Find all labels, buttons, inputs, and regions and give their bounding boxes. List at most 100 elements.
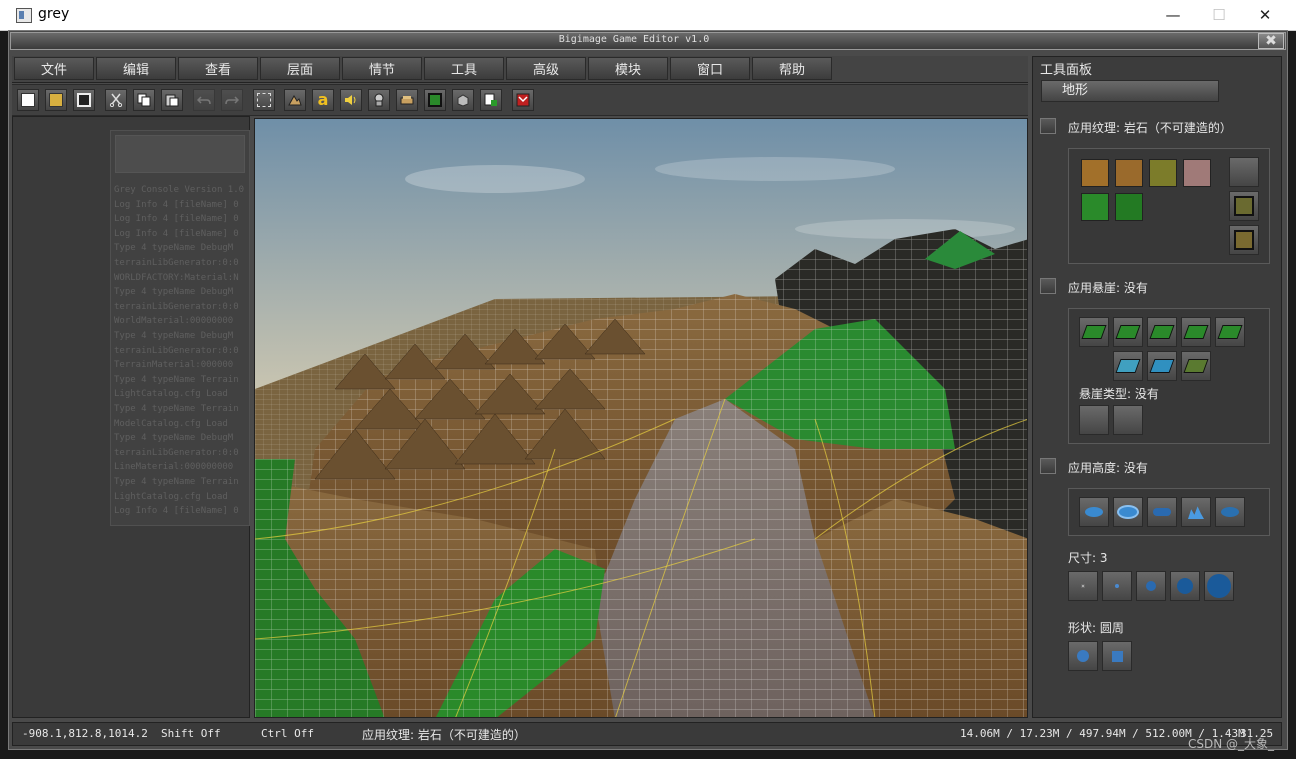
menu-tools[interactable]: 工具 xyxy=(424,57,504,80)
cliff-level-button[interactable] xyxy=(1147,317,1177,347)
cliff-lower2-icon xyxy=(1115,325,1141,339)
redo-icon xyxy=(225,96,239,105)
brush-shape-circle-button[interactable] xyxy=(1068,641,1098,671)
console-line: Log Info 4 [fileName] 0 xyxy=(114,506,239,517)
menu-layer[interactable]: 层面 xyxy=(260,57,340,80)
height-smooth-button[interactable] xyxy=(1215,497,1245,527)
cliff-shallow-water-button[interactable] xyxy=(1113,351,1143,381)
doodad-icon xyxy=(400,96,414,105)
menu-help[interactable]: 帮助 xyxy=(752,57,832,80)
texture-brush-button[interactable] xyxy=(1229,191,1259,221)
brush-size-1-button[interactable] xyxy=(1068,571,1098,601)
cliff-raise-button[interactable] xyxy=(1181,317,1211,347)
save-icon xyxy=(77,93,91,107)
cliff-raise2-button[interactable] xyxy=(1215,317,1245,347)
status-texture: 应用纹理: 岩石（不可建造的） xyxy=(362,728,526,742)
open-folder-button[interactable] xyxy=(45,89,67,111)
cliff-type-label: 悬崖类型: 没有 xyxy=(1079,387,1159,401)
cliff-lower-button[interactable] xyxy=(1079,317,1109,347)
test-map-button[interactable] xyxy=(512,89,534,111)
cliff-type-2-button[interactable] xyxy=(1113,405,1143,435)
texture-grass-swatch[interactable] xyxy=(1081,193,1109,221)
doodad-button[interactable] xyxy=(396,89,418,111)
maximize-button[interactable]: ☐ xyxy=(1196,0,1242,30)
console-line: Type 4 typeName DebugM xyxy=(114,331,234,341)
text-button[interactable]: a xyxy=(312,89,334,111)
sound-button[interactable] xyxy=(340,89,362,111)
console-line: terrainLibGenerator:0:0 xyxy=(114,301,239,312)
apply-height-checkbox[interactable] xyxy=(1040,458,1056,474)
console-line: Type 4 typeName Terrain xyxy=(114,404,239,414)
apply-cliff-checkbox[interactable] xyxy=(1040,278,1056,294)
menu-scenario[interactable]: 情节 xyxy=(342,57,422,80)
texture-variation-icon xyxy=(1234,230,1254,250)
copy-button[interactable] xyxy=(133,89,155,111)
height-smooth-icon xyxy=(1221,507,1239,517)
cliff-type-1-button[interactable] xyxy=(1079,405,1109,435)
menu-module[interactable]: 模块 xyxy=(588,57,668,80)
unit-icon xyxy=(374,93,384,107)
cliff-raise-icon xyxy=(1183,325,1209,339)
menu-window[interactable]: 窗口 xyxy=(670,57,750,80)
close-button[interactable]: ✕ xyxy=(1242,0,1288,30)
new-file-button[interactable] xyxy=(17,89,39,111)
xlarge-dot-icon xyxy=(1207,574,1231,598)
console-line: LineMaterial:000000000 xyxy=(114,462,234,473)
select-icon xyxy=(257,93,271,107)
texture-slot-empty[interactable] xyxy=(1229,157,1259,187)
menu-advanced[interactable]: 高级 xyxy=(506,57,586,80)
brush-size-5-button[interactable] xyxy=(1204,571,1234,601)
region-button[interactable] xyxy=(424,89,446,111)
large-dot-icon xyxy=(1177,578,1193,594)
cliff-lower-icon xyxy=(1081,325,1107,339)
texture-variation-button[interactable] xyxy=(1229,225,1259,255)
brush-size-4-button[interactable] xyxy=(1170,571,1200,601)
texture-dirt-swatch[interactable] xyxy=(1081,159,1109,187)
brush-size-3-button[interactable] xyxy=(1136,571,1166,601)
height-noise-button[interactable] xyxy=(1181,497,1211,527)
menu-file[interactable]: 文件 xyxy=(14,57,94,80)
text-icon: a xyxy=(317,90,329,109)
save-button[interactable] xyxy=(73,89,95,111)
status-shift: Shift Off xyxy=(161,727,221,740)
brush-size-2-button[interactable] xyxy=(1102,571,1132,601)
menu-edit[interactable]: 编辑 xyxy=(96,57,176,80)
texture-brush-icon xyxy=(1234,196,1254,216)
cliff-lower2-button[interactable] xyxy=(1113,317,1143,347)
select-button[interactable] xyxy=(253,89,275,111)
ramp-icon xyxy=(1183,359,1209,373)
sound-icon xyxy=(345,95,356,105)
texture-grassy-dirt-swatch[interactable] xyxy=(1149,159,1177,187)
terrain-button[interactable] xyxy=(284,89,306,111)
texture-rock-swatch[interactable] xyxy=(1183,159,1211,187)
cliff-ramp-button[interactable] xyxy=(1181,351,1211,381)
camera-button[interactable] xyxy=(452,89,474,111)
paste-button[interactable] xyxy=(161,89,183,111)
unit-button[interactable] xyxy=(368,89,390,111)
cliff-raise2-icon xyxy=(1217,325,1243,339)
editor-close-button[interactable]: ✖ xyxy=(1258,33,1284,49)
texture-dirt-rough-swatch[interactable] xyxy=(1115,159,1143,187)
texture-dark-grass-swatch[interactable] xyxy=(1115,193,1143,221)
editor-title: Bigimage Game Editor v1.0 xyxy=(558,34,710,45)
editor-titlebar: Bigimage Game Editor v1.0 xyxy=(10,32,1286,50)
import-button[interactable] xyxy=(480,89,502,111)
terrain-tab[interactable]: 地形 xyxy=(1041,80,1219,102)
height-raise-button[interactable] xyxy=(1079,497,1109,527)
3d-viewport[interactable] xyxy=(254,118,1028,718)
minimize-button[interactable]: — xyxy=(1150,0,1196,30)
small-dot-icon xyxy=(1115,584,1119,588)
cliff-deep-water-button[interactable] xyxy=(1147,351,1177,381)
menu-view[interactable]: 查看 xyxy=(178,57,258,80)
height-lower-button[interactable] xyxy=(1113,497,1143,527)
height-plateau-button[interactable] xyxy=(1147,497,1177,527)
apply-texture-checkbox[interactable] xyxy=(1040,118,1056,134)
cut-button[interactable] xyxy=(105,89,127,111)
console-line: Type 4 typeName DebugM xyxy=(114,433,234,444)
console-line: WORLDFACTORY:Material:N xyxy=(114,272,239,283)
medium-dot-icon xyxy=(1146,581,1156,591)
undo-button[interactable] xyxy=(193,89,215,111)
shallow-water-icon xyxy=(1115,359,1141,373)
brush-shape-square-button[interactable] xyxy=(1102,641,1132,671)
redo-button[interactable] xyxy=(221,89,243,111)
